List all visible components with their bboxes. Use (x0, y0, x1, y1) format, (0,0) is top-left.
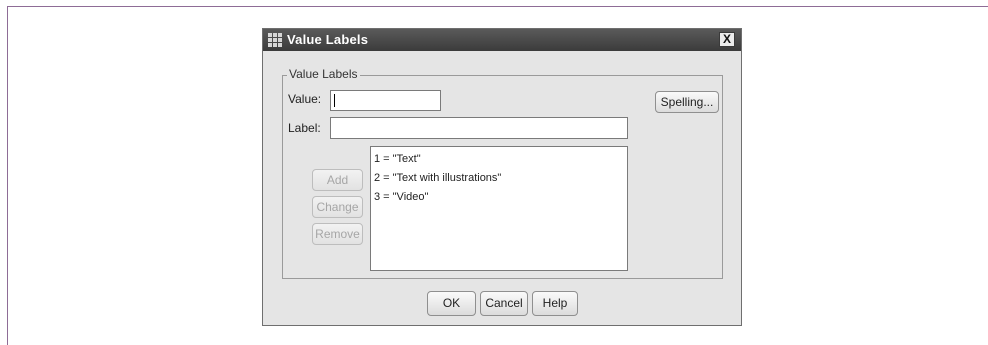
grid-icon (268, 33, 282, 47)
label-field-label: Label: (288, 121, 321, 135)
spelling-button[interactable]: Spelling... (655, 91, 719, 113)
close-button[interactable]: X (719, 32, 735, 47)
dialog-title: Value Labels (287, 32, 369, 47)
label-input[interactable] (330, 117, 628, 139)
frame-top-line (7, 6, 988, 7)
help-button[interactable]: Help (532, 291, 578, 316)
value-input[interactable] (330, 90, 441, 111)
value-labels-dialog: Value Labels X Value Labels Value: Label… (262, 28, 742, 326)
list-item[interactable]: 3 = "Video" (374, 189, 624, 208)
cancel-button[interactable]: Cancel (480, 291, 528, 316)
remove-button[interactable]: Remove (312, 223, 363, 245)
add-button[interactable]: Add (312, 169, 363, 191)
title-bar: Value Labels X (263, 29, 741, 51)
value-labels-listbox[interactable]: 1 = "Text" 2 = "Text with illustrations"… (370, 146, 628, 271)
change-button[interactable]: Change (312, 196, 363, 218)
list-item[interactable]: 1 = "Text" (374, 151, 624, 170)
text-caret (334, 94, 335, 107)
list-item[interactable]: 2 = "Text with illustrations" (374, 170, 624, 189)
value-field-label: Value: (288, 92, 322, 106)
group-legend: Value Labels (287, 67, 360, 81)
ok-button[interactable]: OK (427, 291, 476, 316)
frame-left-line (7, 6, 8, 345)
